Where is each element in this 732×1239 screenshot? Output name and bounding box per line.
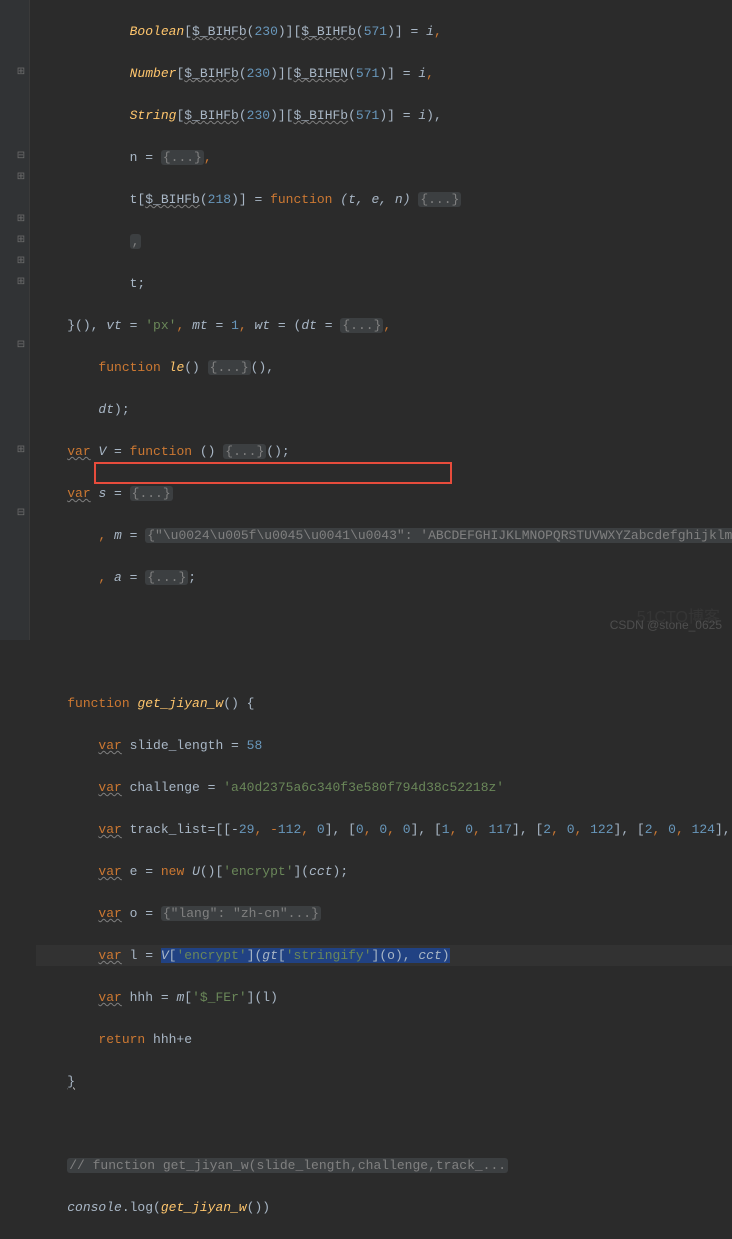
- code-line: var slide_length = 58: [36, 735, 732, 756]
- fold-icon[interactable]: ⊟: [16, 152, 26, 162]
- fold-icon[interactable]: ⊞: [16, 173, 26, 183]
- code-line: function le() {...}(),: [36, 357, 732, 378]
- code-line: t;: [36, 273, 732, 294]
- code-line: Boolean[$_BIHFb(230)][$_BIHFb(571)] = i,: [36, 21, 732, 42]
- fold-icon[interactable]: ⊞: [16, 278, 26, 288]
- code-line-highlighted: var l = V['encrypt'](gt['stringify'](o),…: [36, 945, 732, 966]
- fold-icon[interactable]: ⊞: [16, 446, 26, 456]
- code-line: ,: [36, 231, 732, 252]
- code-line: var o = {"lang": "zh-cn"...}: [36, 903, 732, 924]
- code-line: t[$_BIHFb(218)] = function (t, e, n) {..…: [36, 189, 732, 210]
- code-line: console.log(get_jiyan_w()): [36, 1197, 732, 1218]
- code-line: n = {...},: [36, 147, 732, 168]
- code-line: function get_jiyan_w() {: [36, 693, 732, 714]
- fold-icon[interactable]: ⊞: [16, 68, 26, 78]
- code-line: Number[$_BIHFb(230)][$_BIHEN(571)] = i,: [36, 63, 732, 84]
- fold-icon[interactable]: ⊟: [16, 341, 26, 351]
- fold-icon[interactable]: ⊟: [16, 509, 26, 519]
- gutter: ⊞ ⊟ ⊞ ⊞ ⊞ ⊞ ⊞ ⊟ ⊞ ⊟: [0, 0, 30, 640]
- code-line: }: [36, 1071, 732, 1092]
- code-line: // function get_jiyan_w(slide_length,cha…: [36, 1155, 732, 1176]
- code-line: var s = {...}: [36, 483, 732, 504]
- code-line: var e = new U()['encrypt'](cct);: [36, 861, 732, 882]
- code-line: var hhh = m['$_FEr'](l): [36, 987, 732, 1008]
- watermark: CSDN @stone_0625: [610, 615, 722, 636]
- code-line: [36, 651, 732, 672]
- code-line: String[$_BIHFb(230)][$_BIHFb(571)] = i),: [36, 105, 732, 126]
- code-line: var challenge = 'a40d2375a6c340f3e580f79…: [36, 777, 732, 798]
- code-line: dt);: [36, 399, 732, 420]
- code-line: var V = function () {...}();: [36, 441, 732, 462]
- fold-icon[interactable]: ⊞: [16, 257, 26, 267]
- code-line: , m = {"\u0024\u005f\u0045\u0041\u0043":…: [36, 525, 732, 546]
- code-line: return hhh+e: [36, 1029, 732, 1050]
- code-line: , a = {...};: [36, 567, 732, 588]
- code-line: [36, 1113, 732, 1134]
- fold-icon[interactable]: ⊞: [16, 236, 26, 246]
- code-line: }(), vt = 'px', mt = 1, wt = (dt = {...}…: [36, 315, 732, 336]
- code-line: var track_list=[[-29, -112, 0], [0, 0, 0…: [36, 819, 732, 840]
- fold-icon[interactable]: ⊞: [16, 215, 26, 225]
